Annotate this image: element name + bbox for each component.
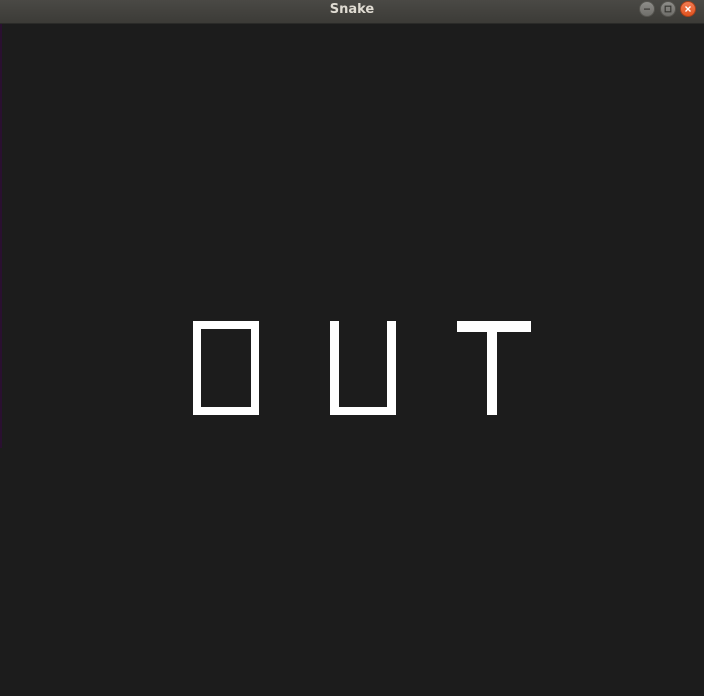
- maximize-icon: [664, 5, 672, 13]
- game-over-message: OUT: [2, 24, 3, 25]
- game-canvas[interactable]: OUT: [2, 24, 704, 696]
- minimize-icon: [644, 8, 650, 10]
- title-bar[interactable]: Snake: [0, 0, 704, 24]
- maximize-button[interactable]: [660, 1, 676, 17]
- close-button[interactable]: [680, 1, 696, 17]
- game-window: Snake OUT: [0, 0, 704, 696]
- close-icon: [685, 6, 691, 12]
- letter-t: [457, 321, 531, 415]
- window-title: Snake: [329, 2, 375, 17]
- minimize-button[interactable]: [639, 1, 655, 17]
- letter-o: [193, 321, 259, 415]
- letter-u: [330, 321, 396, 415]
